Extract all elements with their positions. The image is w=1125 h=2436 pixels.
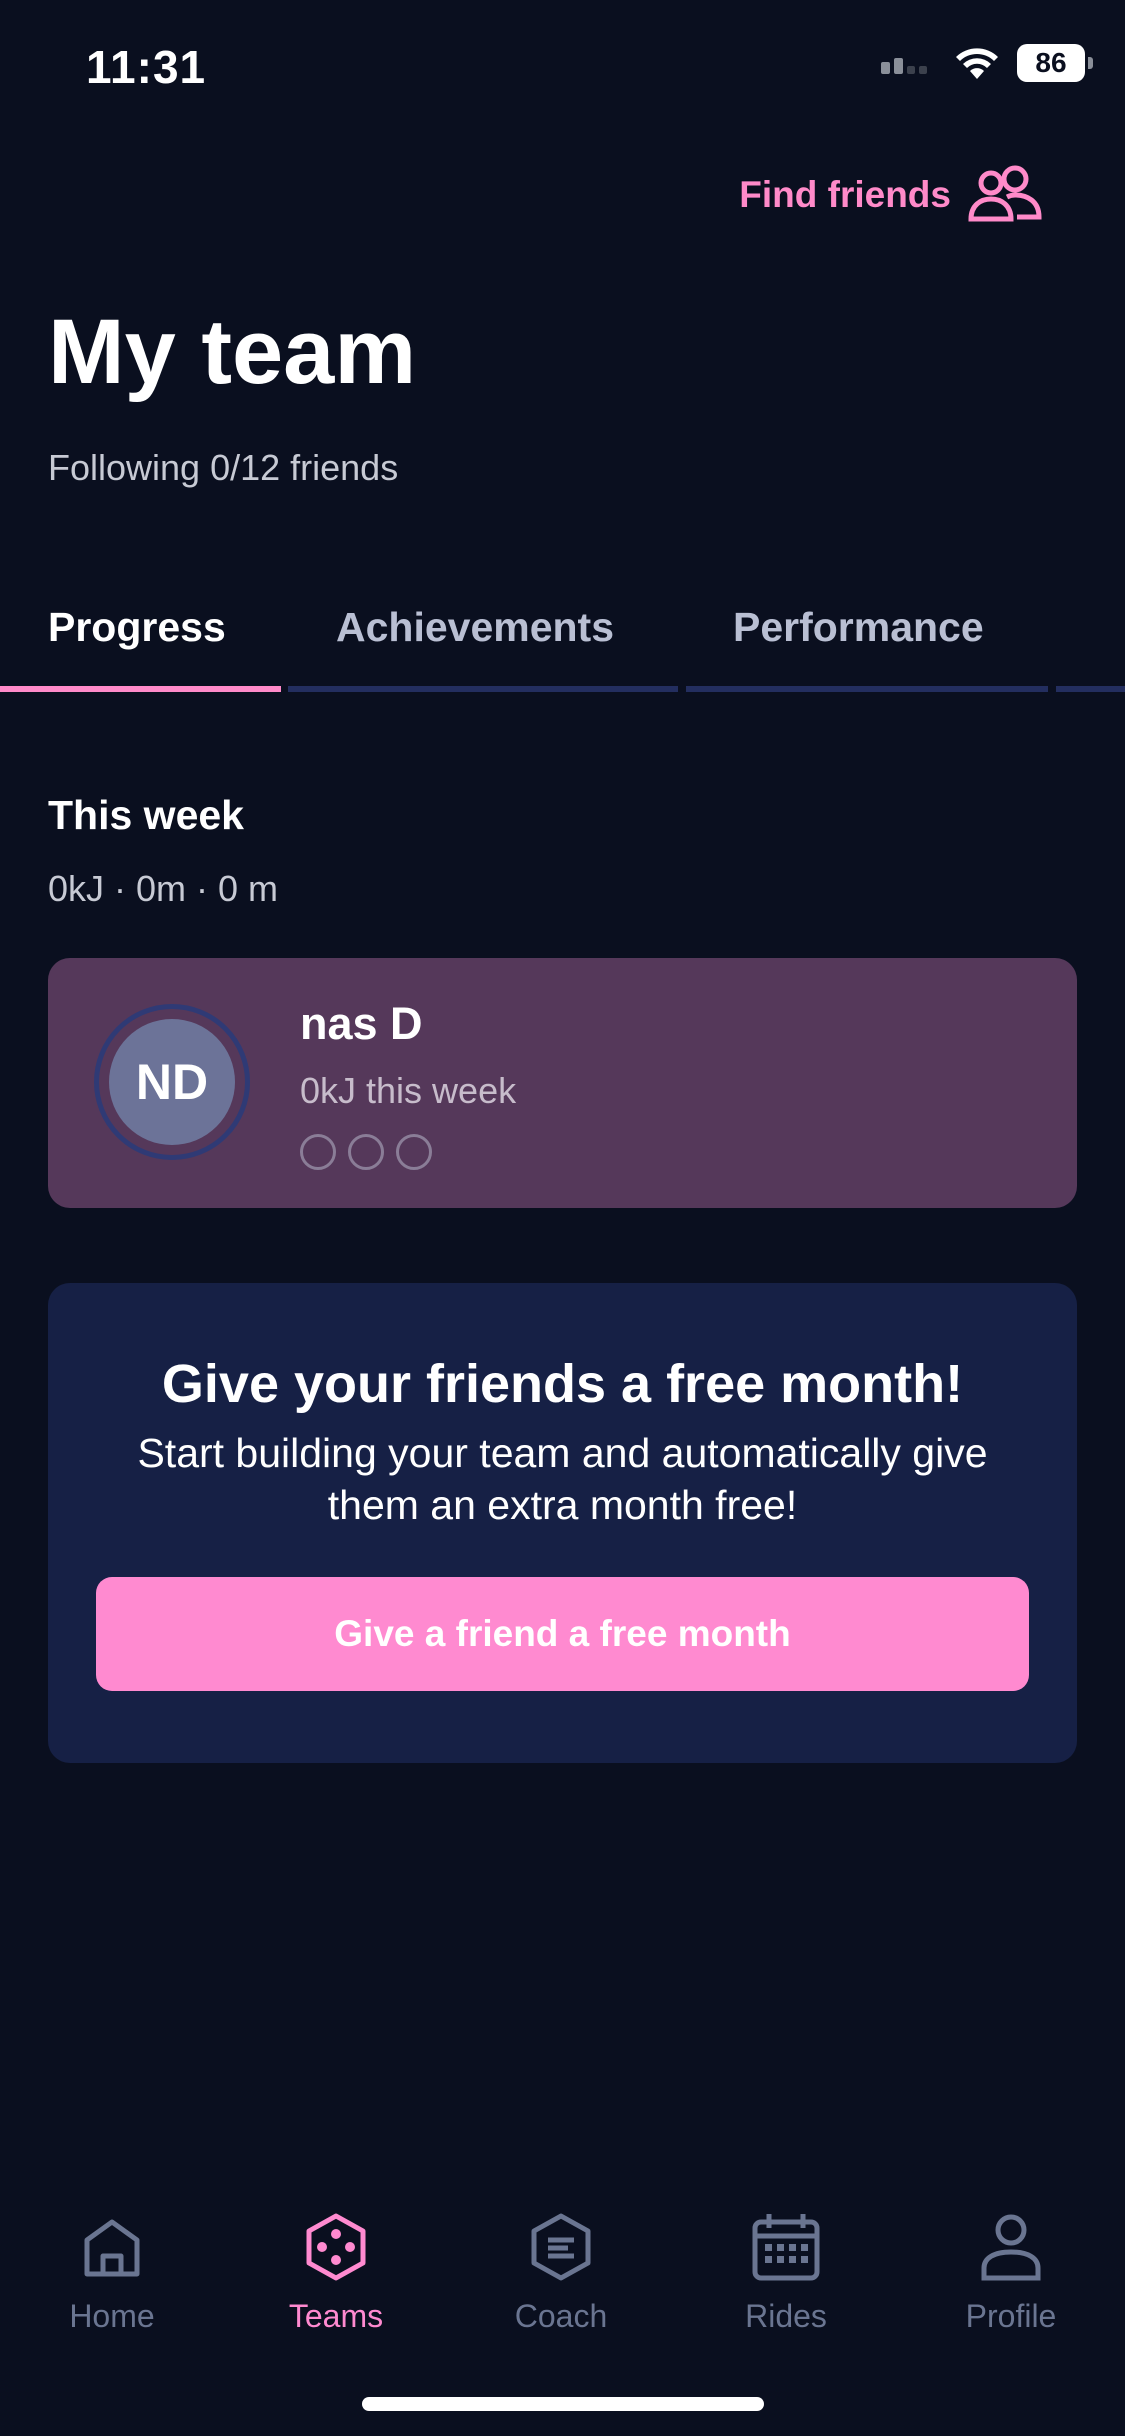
progress-dots bbox=[300, 1134, 432, 1170]
give-free-month-button[interactable]: Give a friend a free month bbox=[96, 1577, 1029, 1691]
profile-icon bbox=[981, 2214, 1041, 2281]
nav-teams[interactable]: Teams bbox=[236, 2210, 436, 2335]
nav-home-label: Home bbox=[69, 2298, 155, 2334]
bottom-nav: Home Teams Coach Rides Profile bbox=[0, 2190, 1125, 2360]
find-friends-label: Find friends bbox=[739, 174, 951, 215]
page-title: My team bbox=[48, 301, 417, 403]
tab-indicator bbox=[686, 686, 1048, 692]
teams-icon bbox=[306, 2213, 366, 2281]
tab-progress[interactable]: Progress bbox=[48, 590, 226, 695]
calendar-icon bbox=[752, 2214, 820, 2281]
promo-text: Start building your team and automatical… bbox=[137, 1430, 988, 1528]
coach-icon bbox=[531, 2213, 591, 2281]
tab-bar: Progress Achievements Performance bbox=[0, 590, 1125, 695]
member-card[interactable]: ND nas D 0kJ this week bbox=[48, 958, 1077, 1208]
member-weekly-energy: 0kJ this week bbox=[300, 1070, 517, 1111]
nav-coach-label: Coach bbox=[514, 2298, 608, 2334]
progress-dot bbox=[348, 1134, 384, 1170]
status-time: 11:31 bbox=[86, 41, 207, 93]
avatar-ring: ND bbox=[94, 1004, 250, 1160]
battery-indicator: 86 bbox=[1017, 44, 1093, 82]
status-bar: 11:31 86 bbox=[0, 0, 1125, 140]
nav-rides-label: Rides bbox=[745, 2298, 827, 2334]
home-icon bbox=[84, 2219, 140, 2277]
promo-title: Give your friends a free month! bbox=[161, 1354, 964, 1414]
nav-home[interactable]: Home bbox=[12, 2210, 212, 2335]
week-title: This week bbox=[48, 792, 244, 838]
following-count: Following 0/12 friends bbox=[48, 447, 399, 488]
avatar: ND bbox=[109, 1019, 235, 1145]
promo-card: Give your friends a free month! Start bu… bbox=[48, 1283, 1077, 1763]
tab-performance[interactable]: Performance bbox=[733, 590, 984, 695]
progress-dot bbox=[396, 1134, 432, 1170]
tab-achievements[interactable]: Achievements bbox=[336, 590, 614, 695]
progress-dot bbox=[300, 1134, 336, 1170]
nav-profile[interactable]: Profile bbox=[911, 2210, 1111, 2335]
nav-profile-label: Profile bbox=[965, 2298, 1057, 2334]
cellular-signal-icon bbox=[881, 58, 927, 74]
tab-indicator bbox=[1056, 686, 1125, 692]
week-stats: 0kJ · 0m · 0 m bbox=[48, 868, 279, 909]
home-indicator[interactable] bbox=[362, 2397, 764, 2411]
nav-teams-label: Teams bbox=[288, 2298, 384, 2334]
wifi-icon bbox=[956, 48, 998, 79]
status-icons: 86 bbox=[881, 44, 1093, 82]
nav-coach[interactable]: Coach bbox=[461, 2210, 661, 2335]
find-friends-button[interactable]: Find friends bbox=[739, 165, 1043, 225]
tab-indicator-active bbox=[0, 686, 281, 692]
tab-indicator bbox=[288, 686, 678, 692]
member-name: nas D bbox=[300, 998, 423, 1049]
friends-icon bbox=[968, 165, 1042, 222]
nav-rides[interactable]: Rides bbox=[686, 2210, 886, 2335]
